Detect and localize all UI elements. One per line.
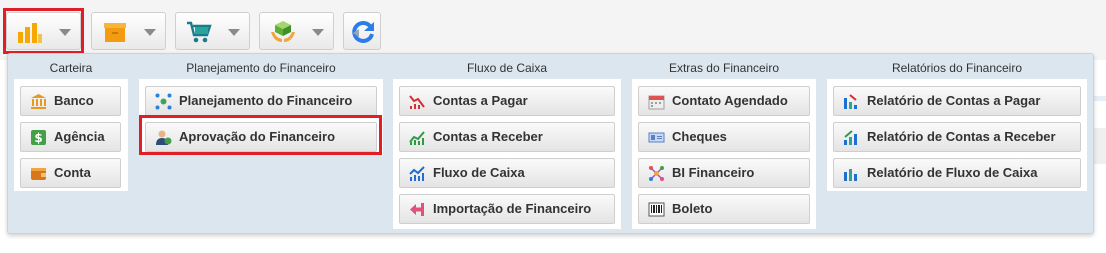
network-icon xyxy=(155,93,172,110)
menu-item-boleto[interactable]: Boleto xyxy=(638,194,810,224)
hands-cube-menu-button[interactable] xyxy=(259,12,334,50)
menu-item-conta[interactable]: Conta xyxy=(20,158,121,188)
extras-panel: Contato Agendado Cheques BI Financeiro B… xyxy=(632,79,816,229)
relatorios-panel: Relatório de Contas a Pagar Relatório de… xyxy=(827,79,1087,191)
menu-item-agencia[interactable]: $ Agência xyxy=(20,122,121,152)
menu-item-label: BI Financeiro xyxy=(672,165,755,180)
menu-item-aprovacao-do-financeiro[interactable]: Aprovação do Financeiro xyxy=(145,122,377,152)
svg-text:$: $ xyxy=(34,131,42,145)
menu-item-contato-agendado[interactable]: Contato Agendado xyxy=(638,86,810,116)
menu-item-planejamento-do-financeiro[interactable]: Planejamento do Financeiro xyxy=(145,86,377,116)
financeiro-chart-icon xyxy=(18,23,42,43)
chart-flow-icon xyxy=(409,166,425,181)
toolbar xyxy=(0,0,1106,60)
import-icon xyxy=(410,203,424,216)
fluxo-panel: Contas a Pagar Contas a Receber Fluxo de… xyxy=(393,79,621,229)
background-strip xyxy=(1094,128,1106,164)
menu-item-label: Contas a Receber xyxy=(433,129,543,144)
menu-item-importacao-de-financeiro[interactable]: Importação de Financeiro xyxy=(399,194,615,224)
menu-item-label: Boleto xyxy=(672,201,713,216)
box-icon xyxy=(104,23,126,42)
menu-item-label: Importação de Financeiro xyxy=(433,201,592,216)
menu-item-label: Agência xyxy=(54,129,105,144)
chart-up-icon xyxy=(409,131,425,145)
menu-item-banco[interactable]: Banco xyxy=(20,86,121,116)
chevron-down-icon xyxy=(59,29,71,36)
column-title-fluxo-de-caixa: Fluxo de Caixa xyxy=(466,61,548,75)
menu-item-label: Relatório de Contas a Pagar xyxy=(867,93,1041,108)
chevron-down-icon xyxy=(228,29,240,36)
menu-item-label: Aprovação do Financeiro xyxy=(179,129,336,144)
financeiro-menu-button[interactable] xyxy=(6,12,81,50)
user-approve-icon xyxy=(156,130,172,145)
column-title-extras: Extras do Financeiro xyxy=(668,61,780,75)
menu-item-bi-financeiro[interactable]: BI Financeiro xyxy=(638,158,810,188)
menu-item-relatorio-contas-a-pagar[interactable]: Relatório de Contas a Pagar xyxy=(833,86,1081,116)
report-receive-icon xyxy=(844,130,857,145)
menu-item-cheques[interactable]: Cheques xyxy=(638,122,810,152)
menu-item-contas-a-receber[interactable]: Contas a Receber xyxy=(399,122,615,152)
bi-icon xyxy=(649,166,664,181)
bank-icon xyxy=(31,94,46,109)
report-pay-icon xyxy=(844,94,857,109)
menu-item-label: Relatório de Contas a Receber xyxy=(867,129,1056,144)
menu-item-label: Fluxo de Caixa xyxy=(433,165,525,180)
menu-item-label: Conta xyxy=(54,165,91,180)
financeiro-dropdown-menu: Carteira Banco $ Agência Conta Planejame… xyxy=(7,53,1094,234)
menu-item-label: Planejamento do Financeiro xyxy=(179,93,353,108)
column-title-relatorios: Relatórios do Financeiro xyxy=(891,61,1023,75)
cart-menu-button[interactable] xyxy=(175,12,250,50)
barcode-icon xyxy=(648,202,665,217)
hands-cube-icon xyxy=(271,21,295,42)
chevron-down-icon xyxy=(312,29,324,36)
menu-item-relatorio-contas-a-receber[interactable]: Relatório de Contas a Receber xyxy=(833,122,1081,152)
cart-icon xyxy=(187,21,212,43)
menu-item-contas-a-pagar[interactable]: Contas a Pagar xyxy=(399,86,615,116)
menu-item-label: Contato Agendado xyxy=(672,93,788,108)
column-title-carteira: Carteira xyxy=(49,61,93,75)
carteira-panel: Banco $ Agência Conta xyxy=(14,79,128,191)
menu-item-relatorio-fluxo-de-caixa[interactable]: Relatório de Fluxo de Caixa xyxy=(833,158,1081,188)
background-strip xyxy=(1094,96,1106,101)
column-title-planejamento: Planejamento do Financeiro xyxy=(186,61,336,75)
refresh-button[interactable] xyxy=(343,12,381,50)
planejamento-panel: Planejamento do Financeiro Aprovação do … xyxy=(139,79,383,155)
cheque-icon xyxy=(648,132,665,143)
menu-item-label: Cheques xyxy=(672,129,727,144)
chart-down-icon xyxy=(409,95,425,109)
wallet-icon xyxy=(31,168,46,180)
menu-item-fluxo-de-caixa[interactable]: Fluxo de Caixa xyxy=(399,158,615,188)
refresh-icon xyxy=(352,20,374,43)
box-menu-button[interactable] xyxy=(91,12,166,50)
menu-item-label: Relatório de Fluxo de Caixa xyxy=(867,165,1038,180)
chevron-down-icon xyxy=(144,29,156,36)
report-flow-icon xyxy=(844,169,857,181)
menu-item-label: Contas a Pagar xyxy=(433,93,528,108)
dollar-icon: $ xyxy=(31,130,46,145)
calendar-icon xyxy=(648,95,665,110)
menu-item-label: Banco xyxy=(54,93,94,108)
